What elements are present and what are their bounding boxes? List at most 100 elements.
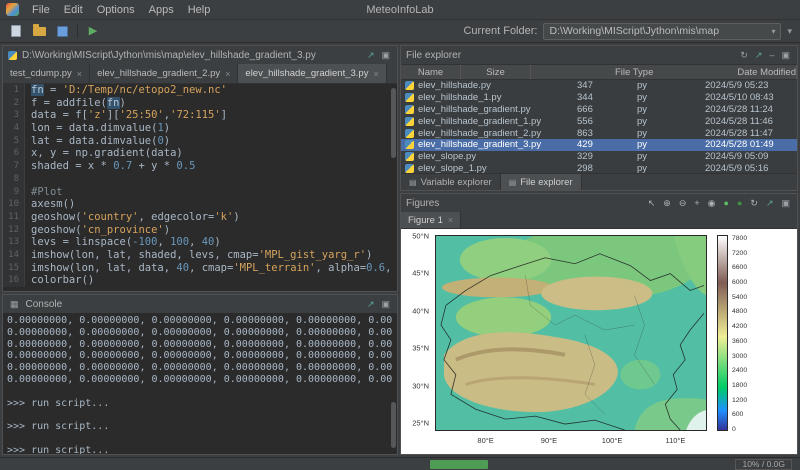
- pan-icon[interactable]: +: [692, 199, 701, 208]
- x-tick-label: 90°E: [541, 436, 557, 445]
- open-file-button[interactable]: [31, 23, 47, 39]
- colorbar-tick-label: 4200: [732, 323, 747, 330]
- editor-tabbar: test_cdump.py × elev_hillshade_gradient_…: [3, 64, 397, 84]
- elev_slope_1.py[interactable]: elev_slope_1.py 298 py 2024/5/9 05:16: [401, 163, 797, 173]
- run-script-button[interactable]: ▶: [85, 23, 101, 39]
- code-line: 8: [3, 173, 397, 186]
- file-size: 556: [567, 116, 627, 127]
- y-tick-label: 45°N: [412, 269, 429, 278]
- python-file-icon: [8, 51, 17, 60]
- python-file-icon: [405, 105, 414, 114]
- open-folder-icon: [33, 27, 46, 36]
- zoom-out-icon[interactable]: ⊖: [677, 199, 689, 208]
- float-panel-icon[interactable]: ↗: [365, 51, 377, 60]
- console-icon: ▦: [8, 300, 21, 309]
- file-date-modified: 2024/5/9 05:23: [697, 80, 797, 91]
- file-name: elev_hillshade_1.py: [418, 92, 501, 103]
- file-size: 863: [567, 128, 627, 139]
- file-table-column-header[interactable]: Name: [401, 65, 461, 79]
- console-line: 0.00000000, 0.00000000, 0.00000000, 0.00…: [7, 374, 393, 386]
- console-line: [7, 386, 393, 398]
- explorer-tab[interactable]: ▤ File explorer: [501, 174, 582, 190]
- elev_slope.py[interactable]: elev_slope.py 329 py 2024/5/9 05:09: [401, 151, 797, 163]
- file-size: 329: [567, 151, 627, 162]
- file-name: elev_hillshade_gradient.py: [418, 104, 531, 115]
- file-type: py: [627, 116, 697, 127]
- identify-icon[interactable]: ●: [722, 199, 731, 208]
- new-file-icon: [11, 25, 21, 37]
- menu-item[interactable]: Edit: [57, 3, 90, 17]
- elev_hillshade.py[interactable]: elev_hillshade.py 347 py 2024/5/9 05:23: [401, 80, 797, 92]
- float-panel-icon[interactable]: ↗: [753, 51, 765, 60]
- editor-tab[interactable]: elev_hillshade_gradient_3.py ×: [238, 64, 386, 83]
- float-panel-icon[interactable]: ↗: [365, 300, 377, 309]
- code-text: imshow(lon, lat, shaded, levs, cmap='MPL…: [25, 249, 372, 262]
- maximize-panel-icon[interactable]: ▣: [779, 51, 792, 60]
- code-line: 13 levs = linspace(-100, 100, 40): [3, 236, 397, 249]
- zoom-in-icon[interactable]: ⊕: [661, 199, 673, 208]
- elev_hillshade_gradient_3.py[interactable]: elev_hillshade_gradient_3.py 429 py 2024…: [401, 139, 797, 151]
- main-toolbar: ▶ Current Folder: D:\Working\MIScript\Jy…: [0, 20, 800, 43]
- code-line: 9 #Plot: [3, 186, 397, 199]
- menu-item[interactable]: Apps: [142, 3, 181, 17]
- current-folder-combobox[interactable]: D:\Working\MIScript\Jython\mis\map ▾: [543, 23, 781, 40]
- line-number: 2: [3, 97, 25, 110]
- explorer-tab-label: File explorer: [520, 177, 572, 188]
- memory-indicator[interactable]: 10% / 0.0G: [735, 459, 792, 470]
- editor-tab[interactable]: elev_hillshade_gradient_2.py ×: [90, 64, 238, 83]
- save-file-button[interactable]: [54, 23, 70, 39]
- file-name: elev_hillshade_gradient_1.py: [418, 116, 541, 127]
- close-tab-icon[interactable]: ×: [225, 69, 230, 79]
- editor-panel-header: D:\Working\MIScript\Jython\mis\map\elev_…: [3, 46, 397, 64]
- elev_hillshade_gradient_2.py[interactable]: elev_hillshade_gradient_2.py 863 py 2024…: [401, 127, 797, 139]
- editor-tab[interactable]: test_cdump.py ×: [3, 64, 90, 83]
- menu-item[interactable]: Options: [90, 3, 142, 17]
- explorer-tab[interactable]: ▤ Variable explorer: [401, 174, 501, 190]
- colorbar-ticks: 7800720066006000540048004200360030002400…: [732, 235, 747, 433]
- close-figure-icon[interactable]: ×: [448, 215, 453, 225]
- colorbar-tick-label: 3600: [732, 338, 747, 345]
- elev_hillshade_gradient.py[interactable]: elev_hillshade_gradient.py 666 py 2024/5…: [401, 104, 797, 116]
- menu-item[interactable]: File: [25, 3, 57, 17]
- file-table-column-header[interactable]: Date Modified: [737, 65, 797, 79]
- code-line: 3 data = f['z']['25:50','72:115']: [3, 109, 397, 122]
- maximize-panel-icon[interactable]: ▣: [779, 199, 792, 208]
- file-table-column-header[interactable]: File Type: [531, 65, 737, 79]
- code-line: 6 x, y = np.gradient(data): [3, 147, 397, 160]
- animation-icon[interactable]: ●: [735, 199, 744, 208]
- select-arrow-icon[interactable]: ↖: [646, 199, 658, 208]
- close-tab-icon[interactable]: ×: [373, 69, 378, 79]
- toolbar-overflow-icon[interactable]: ▾: [787, 26, 792, 37]
- elev_hillshade_1.py[interactable]: elev_hillshade_1.py 344 py 2024/5/10 08:…: [401, 92, 797, 104]
- console-output[interactable]: 0.00000000, 0.00000000, 0.00000000, 0.00…: [3, 313, 397, 454]
- code-line: 12 geoshow('cn_province'): [3, 224, 397, 237]
- code-editor[interactable]: 1 fn = 'D:/Temp/nc/etopo2_new.nc' 2 f = …: [3, 84, 397, 291]
- new-file-button[interactable]: [8, 23, 24, 39]
- python-file-icon: [405, 152, 414, 161]
- colorbar-tick-label: 6000: [732, 279, 747, 286]
- close-tab-icon[interactable]: ×: [77, 69, 82, 79]
- full-extent-icon[interactable]: ◉: [706, 199, 718, 208]
- figure-canvas[interactable]: 50°N45°N40°N35°N30°N25°N: [401, 229, 797, 454]
- colorbar-tick-label: 7800: [732, 235, 747, 242]
- elev_hillshade_gradient_1.py[interactable]: elev_hillshade_gradient_1.py 556 py 2024…: [401, 115, 797, 127]
- chevron-down-icon[interactable]: ▾: [767, 27, 775, 36]
- file-table-rows: elev_hillshade.py 347 py 2024/5/9 05:23 …: [401, 80, 797, 173]
- code-text: lat = data.dimvalue(0): [25, 135, 170, 148]
- maximize-panel-icon[interactable]: ▣: [379, 300, 392, 309]
- menu-item[interactable]: Help: [181, 3, 218, 17]
- app-logo-icon: [6, 3, 19, 16]
- figure-tab[interactable]: Figure 1 ×: [401, 212, 461, 228]
- file-table-column-header[interactable]: Size: [461, 65, 531, 79]
- refresh-icon[interactable]: ↻: [748, 199, 760, 208]
- refresh-icon[interactable]: ↻: [738, 51, 750, 60]
- file-date-modified: 2024/5/9 05:16: [697, 163, 797, 173]
- line-number: 4: [3, 122, 25, 135]
- editor-tab-label: elev_hillshade_gradient_2.py: [97, 68, 220, 79]
- table-icon: ▤: [509, 178, 517, 187]
- maximize-panel-icon[interactable]: ▣: [379, 51, 392, 60]
- code-text: [25, 173, 31, 186]
- file-name: elev_hillshade.py: [418, 80, 491, 91]
- minimize-panel-icon[interactable]: –: [767, 51, 776, 60]
- float-panel-icon[interactable]: ↗: [764, 199, 776, 208]
